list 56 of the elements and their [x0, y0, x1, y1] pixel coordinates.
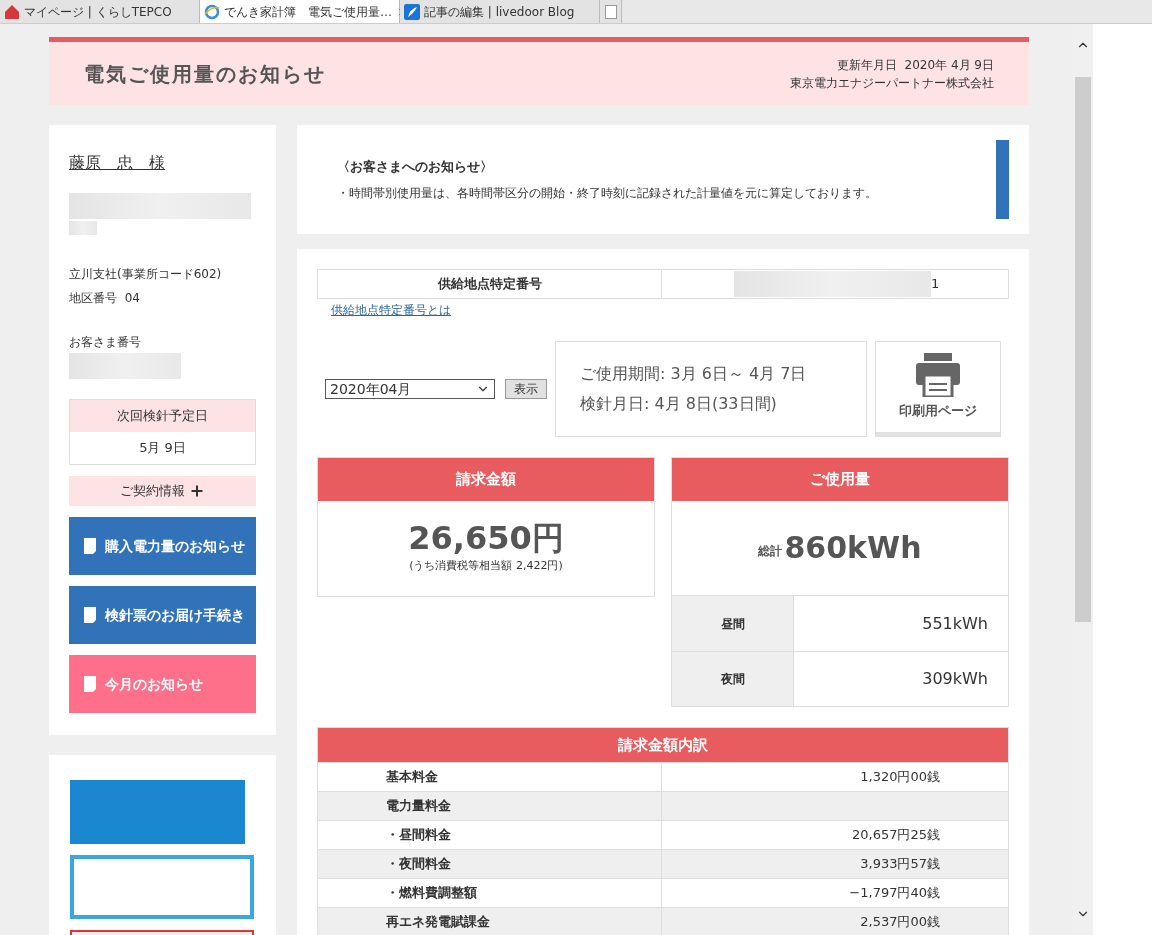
- customer-name: 藤原 忠 様: [69, 152, 165, 174]
- supply-point-link[interactable]: 供給地点特定番号とは: [331, 301, 451, 319]
- table-cell-text: 3,933円57銭: [860, 855, 940, 874]
- table-title: 請求金額内訳: [318, 728, 1008, 762]
- month-select[interactable]: 2020年04月: [325, 379, 495, 399]
- notice-title: 〈お客さまへのお知らせ〉: [337, 157, 494, 176]
- usage-period: ご使用期間: 3月 6日～ 4月 7日: [580, 363, 808, 385]
- next-reading-label: 次回検針予定日: [70, 400, 255, 432]
- browser-tab[interactable]: 記事の編集 | livedoor Blog: [400, 0, 600, 23]
- scrollbar-thumb[interactable]: [1075, 77, 1091, 622]
- document-icon: [83, 537, 97, 555]
- new-tab-icon: [604, 4, 617, 19]
- nav-button[interactable]: 検針票のお届け手続き: [69, 586, 256, 644]
- tax-note: (うち消費税等相当額 2,422円): [409, 558, 563, 575]
- table-cell-text: 1,320円00銭: [860, 768, 940, 787]
- table-cell-text: 2,537円00銭: [860, 913, 940, 932]
- print-button[interactable]: 印刷用ページ: [875, 341, 1001, 437]
- nav-button[interactable]: 購入電力量のお知らせ: [69, 517, 256, 575]
- panel-title: 請求金額: [318, 458, 654, 501]
- scrollbar[interactable]: [1073, 24, 1093, 935]
- customer-number-label: お客さま番号: [69, 334, 142, 351]
- next-reading-date: 5月 9日: [138, 439, 187, 458]
- update-date: 更新年月日 2020年 4月 9日: [836, 56, 994, 74]
- browser-tab[interactable]: マイページ | くらしTEPCO: [0, 0, 200, 23]
- document-icon: [83, 675, 97, 693]
- table-cell-text: 309kWh: [921, 668, 989, 690]
- company-name: 東京電力エナジーパートナー株式会社: [790, 74, 994, 92]
- show-button[interactable]: 表示: [505, 379, 547, 399]
- feather-icon: [404, 3, 420, 20]
- redacted-block: [69, 221, 97, 235]
- table-cell-text: −1,797円40銭: [849, 884, 940, 903]
- plus-icon: [189, 483, 205, 499]
- total-usage: 860kWh: [784, 533, 922, 563]
- contract-info-toggle[interactable]: ご契約情報: [69, 476, 256, 506]
- table-header-cell: 昼間: [672, 596, 794, 651]
- table-cell-text: 20,657円25銭: [851, 826, 940, 845]
- table-cell: 再エネ発電賦課金: [318, 908, 662, 935]
- new-tab-button[interactable]: [600, 0, 622, 23]
- ad-banner[interactable]: [70, 855, 254, 919]
- district-text: 地区番号 04: [69, 290, 141, 307]
- printer-icon: [914, 353, 962, 398]
- reading-date: 検針月日: 4月 8日(33日間): [580, 393, 778, 415]
- billing-amount: 26,650円: [408, 522, 564, 555]
- table-cell-text: 551kWh: [921, 612, 989, 635]
- document-icon: [83, 606, 97, 624]
- branch-text: 立川支社(事業所コード602): [69, 266, 223, 283]
- table-header-cell: 供給地点特定番号: [318, 270, 662, 298]
- notice-text: ・時間帯別使用量は、各時間帯区分の開始・終了時刻に記録された計量値を元に算定しております。: [337, 185, 877, 203]
- globe-icon: [204, 3, 220, 20]
- page-title: 電気ご使用量のお知らせ: [84, 60, 326, 88]
- panel-title: ご使用量: [672, 458, 1008, 501]
- house-icon: [4, 3, 20, 20]
- table-header-cell: 夜間: [672, 652, 794, 706]
- total-label: 総計: [758, 543, 783, 560]
- table-cell-text: 1: [931, 275, 940, 294]
- browser-tab[interactable]: でんき家計簿 電気ご使用量…: [200, 0, 400, 23]
